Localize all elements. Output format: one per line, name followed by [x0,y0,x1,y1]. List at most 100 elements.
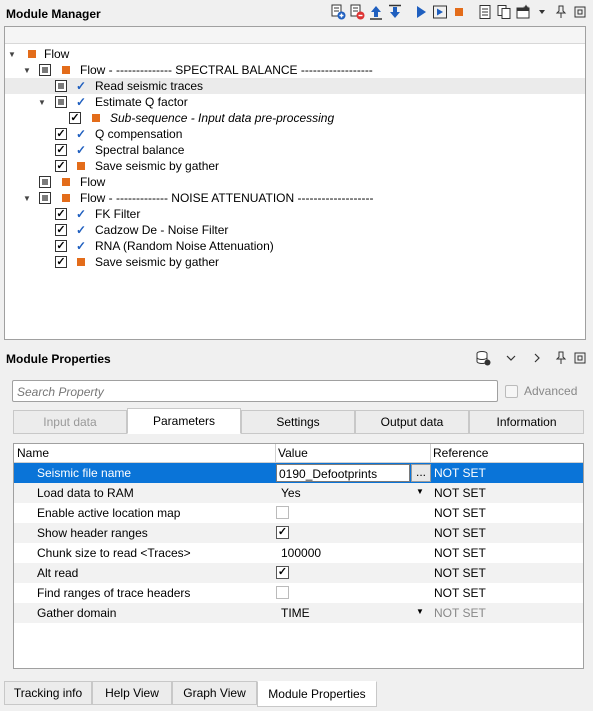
tree-row-flow-spectral[interactable]: ▼ Flow - -------------- SPECTRAL BALANCE… [5,62,585,78]
property-reference: NOT SET [434,586,486,600]
tab-tracking-info[interactable]: Tracking info [4,681,92,705]
chevron-right-icon[interactable] [528,349,546,367]
chevron-down-icon[interactable] [533,3,551,21]
checked-checkbox[interactable] [55,144,67,156]
partial-checkbox[interactable] [39,192,51,204]
move-down-icon[interactable] [386,3,404,21]
tab-output-data[interactable]: Output data [355,410,469,434]
property-reference: NOT SET [434,466,486,480]
module-color-icon [62,194,70,202]
add-module-icon[interactable] [329,3,347,21]
search-property-input[interactable]: Search Property [12,380,498,402]
chunk-size-value[interactable]: 100000 [281,546,321,560]
partial-checkbox[interactable] [55,80,67,92]
partial-checkbox[interactable] [55,96,67,108]
grid-row-gather-domain[interactable]: Gather domain TIME ▼ NOT SET [14,603,583,623]
partial-checkbox[interactable] [39,64,51,76]
remove-module-icon[interactable] [348,3,366,21]
tree-row-sub-sequence[interactable]: Sub-sequence - Input data pre-processing [5,110,585,126]
tree-row-flow-root[interactable]: ▼ Flow [5,46,585,62]
alt-read-checkbox[interactable] [276,566,289,579]
advanced-checkbox-box[interactable] [505,384,518,398]
chevron-down-icon[interactable] [502,349,520,367]
tree-row-read-seismic[interactable]: ✓ Read seismic traces [5,78,585,94]
partial-checkbox[interactable] [39,176,51,188]
list-icon[interactable] [476,3,494,21]
advanced-checkbox[interactable]: Advanced [505,384,577,398]
tree-row-fk-filter[interactable]: ✓ FK Filter [5,206,585,222]
tree-row-estimate-q[interactable]: ▼ ✓ Estimate Q factor [5,94,585,110]
column-header-value[interactable]: Value [278,446,308,460]
dropdown-arrow-icon[interactable]: ▼ [416,487,424,496]
active-location-checkbox[interactable] [276,506,289,519]
tree-row-flow[interactable]: Flow [5,174,585,190]
checked-checkbox[interactable] [55,160,67,172]
property-name: Seismic file name [37,466,132,480]
grid-row-active-location[interactable]: Enable active location map NOT SET [14,503,583,523]
module-properties-title: Module Properties [6,352,111,366]
stop-icon[interactable] [450,3,468,21]
header-ranges-checkbox[interactable] [276,526,289,539]
grid-row-seismic-file[interactable]: Seismic file name 0190_Defootprints ... … [14,463,583,483]
property-reference: NOT SET [434,526,486,540]
move-up-icon[interactable] [367,3,385,21]
dropdown-arrow-icon[interactable]: ▼ [416,607,424,616]
tree-row-spectral-balance[interactable]: ✓ Spectral balance [5,142,585,158]
checked-checkbox[interactable] [55,224,67,236]
checked-checkbox[interactable] [69,112,81,124]
module-manager-panel: ▼ Flow ▼ Flow - -------------- SPECTRAL … [4,26,586,340]
grid-row-load-ram[interactable]: Load data to RAM Yes ▼ NOT SET [14,483,583,503]
tree-row-save-seismic-2[interactable]: Save seismic by gather [5,254,585,270]
tree-row-flow-noise[interactable]: ▼ Flow - ------------- NOISE ATTENUATION… [5,190,585,206]
tree-row-cadzow[interactable]: ✓ Cadzow De - Noise Filter [5,222,585,238]
tree-label: Flow [80,175,106,189]
window-options-icon[interactable] [514,3,532,21]
tab-help-view[interactable]: Help View [92,681,172,705]
load-ram-select[interactable]: Yes [281,486,301,500]
module-color-icon [62,178,70,186]
tree-label: Flow - ------------- NOISE ATTENUATION -… [80,191,374,205]
tree-row-q-compensation[interactable]: ✓ Q compensation [5,126,585,142]
grid-row-find-ranges[interactable]: Find ranges of trace headers NOT SET [14,583,583,603]
module-color-icon [92,114,100,122]
grid-row-alt-read[interactable]: Alt read NOT SET [14,563,583,583]
pin-icon[interactable] [552,349,570,367]
column-header-name[interactable]: Name [17,446,49,460]
tab-graph-view[interactable]: Graph View [172,681,257,705]
tab-module-properties[interactable]: Module Properties [257,681,377,707]
collapse-icon[interactable]: ▼ [37,94,47,110]
grid-row-chunk-size[interactable]: Chunk size to read <Traces> 100000 NOT S… [14,543,583,563]
run-icon[interactable] [412,3,430,21]
find-ranges-checkbox[interactable] [276,586,289,599]
float-icon[interactable] [571,3,589,21]
pin-icon[interactable] [552,3,570,21]
grid-row-header-ranges[interactable]: Show header ranges NOT SET [14,523,583,543]
column-divider[interactable] [430,444,431,463]
checked-checkbox[interactable] [55,240,67,252]
database-icon[interactable] [474,349,492,367]
tree-label: RNA (Random Noise Attenuation) [95,239,274,253]
tab-input-data[interactable]: Input data [13,410,127,434]
collapse-icon[interactable]: ▼ [22,190,32,206]
tab-information[interactable]: Information [469,410,584,434]
copy-icon[interactable] [495,3,513,21]
column-divider[interactable] [275,444,276,463]
column-header-reference[interactable]: Reference [433,446,488,460]
gather-domain-select[interactable]: TIME [281,606,310,620]
tree-label: Flow - -------------- SPECTRAL BALANCE -… [80,63,373,77]
collapse-icon[interactable]: ▼ [22,62,32,78]
seismic-file-input[interactable]: 0190_Defootprints [276,464,410,482]
property-name: Gather domain [37,606,117,620]
tree-row-rna[interactable]: ✓ RNA (Random Noise Attenuation) [5,238,585,254]
tree-row-save-seismic[interactable]: Save seismic by gather [5,158,585,174]
run-step-icon[interactable] [431,3,449,21]
check-icon: ✓ [76,143,87,157]
collapse-icon[interactable]: ▼ [7,46,17,62]
checked-checkbox[interactable] [55,256,67,268]
tab-parameters[interactable]: Parameters [127,408,241,434]
checked-checkbox[interactable] [55,128,67,140]
browse-button[interactable]: ... [411,464,431,482]
tab-settings[interactable]: Settings [241,410,355,434]
float-icon[interactable] [571,349,589,367]
checked-checkbox[interactable] [55,208,67,220]
